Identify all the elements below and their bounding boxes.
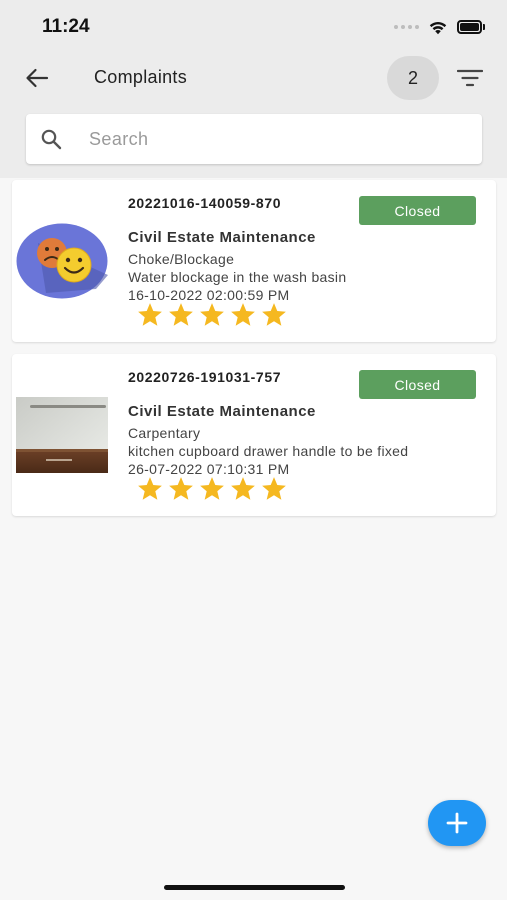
complaint-thumbnail [16, 223, 108, 299]
star-icon [262, 477, 286, 500]
status-bar: 11:24 [0, 0, 507, 54]
page-title: Complaints [94, 67, 188, 87]
filter-icon [457, 69, 483, 87]
plus-icon [446, 812, 468, 834]
star-icon [138, 303, 162, 326]
complaint-thumbnail [16, 397, 108, 473]
add-complaint-button[interactable] [428, 800, 486, 846]
rating-stars [136, 476, 288, 502]
rating-stars [136, 302, 288, 328]
emoji-faces-icon [16, 223, 108, 299]
search-input[interactable] [89, 128, 449, 150]
back-button[interactable] [22, 64, 52, 92]
home-indicator [164, 885, 345, 890]
complaint-category: Choke/Blockage [128, 251, 235, 267]
star-icon [169, 477, 193, 500]
filter-button[interactable] [456, 66, 484, 90]
status-badge: Closed [359, 370, 476, 399]
star-icon [262, 303, 286, 326]
complaint-card[interactable]: 20220726-191031-757 Closed Civil Estate … [12, 354, 496, 516]
status-icons [394, 17, 485, 37]
search-icon [39, 127, 63, 151]
complaint-datetime: 16-10-2022 02:00:59 PM [128, 287, 290, 303]
signal-icon [394, 25, 419, 29]
star-icon [169, 303, 193, 326]
cupboard-photo [16, 397, 108, 473]
ticket-number: 20221016-140059-870 [128, 195, 282, 211]
complaint-description: Water blockage in the wash basin [128, 269, 347, 285]
wifi-icon [429, 21, 447, 34]
star-icon [231, 477, 255, 500]
department-name: Civil Estate Maintenance [128, 229, 316, 246]
search-bar [26, 114, 482, 164]
complaint-datetime: 26-07-2022 07:10:31 PM [128, 461, 290, 477]
star-icon [231, 303, 255, 326]
star-icon [138, 477, 162, 500]
complaint-description: kitchen cupboard drawer handle to be fix… [128, 443, 409, 459]
battery-icon [457, 20, 485, 34]
arrow-left-icon [26, 68, 49, 88]
status-time: 11:24 [42, 16, 90, 37]
star-icon [200, 303, 224, 326]
department-name: Civil Estate Maintenance [128, 403, 316, 420]
status-badge: Closed [359, 196, 476, 225]
app-header: 11:24 Complaints 2 [0, 0, 507, 178]
star-icon [200, 477, 224, 500]
complaint-card[interactable]: 20221016-140059-870 Closed Civil Estate … [12, 180, 496, 342]
complaint-category: Carpentary [128, 425, 201, 441]
app-bar: Complaints 2 [0, 54, 507, 102]
ticket-number: 20220726-191031-757 [128, 369, 282, 385]
complaint-count-badge: 2 [387, 56, 439, 100]
